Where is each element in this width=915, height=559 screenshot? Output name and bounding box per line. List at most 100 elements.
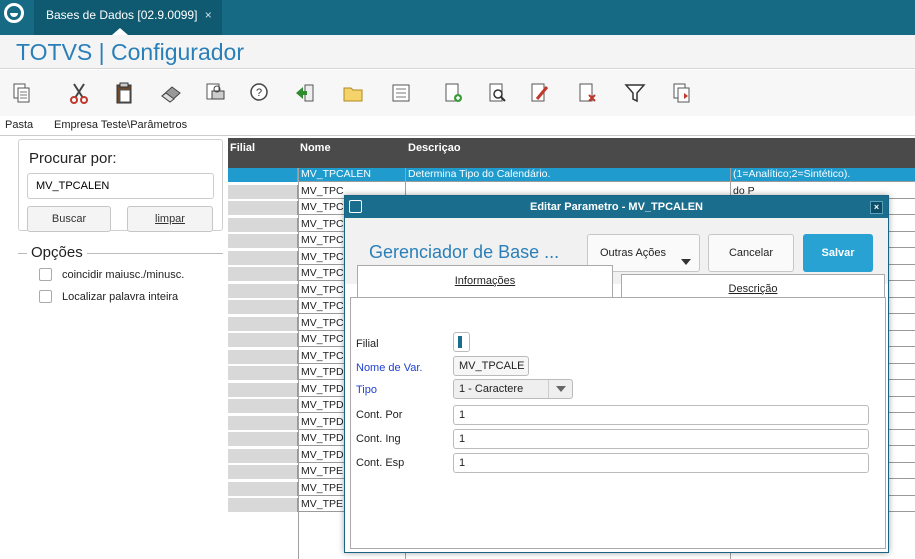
search-panel: Procurar por: Buscar limpar Opções coinc… [9, 139, 223, 559]
limpar-label: limpar [155, 213, 185, 225]
filial-field[interactable] [453, 332, 470, 352]
top-bar: Bases de Dados [02.9.0099] × [0, 0, 915, 35]
buscar-button[interactable]: Buscar [27, 206, 111, 232]
tab-bases-de-dados[interactable]: Bases de Dados [02.9.0099] × [34, 0, 222, 35]
edit-document-icon[interactable] [526, 80, 552, 106]
edit-parameter-dialog: Editar Parametro - MV_TPCALEN × Gerencia… [344, 195, 889, 553]
cell-filial [228, 316, 298, 331]
cell-descricao: Determina Tipo do Calendário. [408, 168, 551, 180]
close-icon[interactable]: × [870, 201, 883, 214]
cont-ing-field[interactable]: 1 [453, 429, 869, 449]
delete-document-icon[interactable] [574, 80, 600, 106]
cont-ing-label: Cont. Ing [356, 433, 401, 445]
option-whole-word[interactable]: Localizar palavra inteira [39, 290, 178, 303]
cell-extra: (1=Analítico;2=Sintético). [733, 168, 851, 180]
col-filial[interactable]: Filial [230, 142, 255, 154]
print-preview-icon[interactable] [202, 80, 228, 106]
search-label: Procurar por: [29, 150, 117, 167]
cell-filial [228, 184, 298, 199]
save-button[interactable]: Salvar [803, 234, 873, 272]
app-title: TOTVS | Configurador [0, 35, 915, 69]
tipo-dropdown-button[interactable] [548, 380, 572, 398]
cell-filial [228, 498, 298, 512]
dialog-header-title: Gerenciador de Base ... [369, 242, 560, 262]
cell-filial [228, 250, 298, 265]
help-icon[interactable]: ? [246, 80, 272, 106]
filial-label: Filial [356, 338, 379, 350]
paste-icon[interactable] [111, 80, 137, 106]
window-icon [349, 200, 362, 213]
cell-filial [228, 399, 298, 413]
toolbar: ? [0, 70, 915, 116]
cont-esp-field[interactable]: 1 [453, 453, 869, 473]
option-case-sensitive[interactable]: coincidir maiusc./minusc. [39, 268, 184, 281]
options-group: Opções coincidir maiusc./minusc. Localiz… [18, 244, 223, 309]
grid-header: Filial Nome Descriçao [228, 138, 915, 168]
cell-filial [228, 168, 298, 182]
svg-text:?: ? [256, 87, 262, 99]
col-descricao[interactable]: Descriçao [408, 142, 461, 154]
cell-filial [228, 465, 298, 479]
folder-path[interactable]: Empresa Teste\Parâmetros [54, 119, 187, 131]
nome-var-field[interactable]: MV_TPCALE [453, 356, 529, 376]
copy-icon[interactable] [8, 80, 34, 106]
tipo-label: Tipo [356, 384, 377, 396]
filial-cursor [458, 336, 462, 348]
cell-filial [228, 448, 298, 463]
search-document-icon[interactable] [484, 80, 510, 106]
cell-filial [228, 217, 298, 232]
tab-descricao-label: Descrição [728, 283, 778, 295]
cut-icon[interactable] [66, 80, 92, 106]
case-sensitive-label: coincidir maiusc./minusc. [62, 268, 185, 281]
outras-acoes-label: Outras Ações [600, 247, 667, 259]
case-sensitive-checkbox[interactable] [39, 268, 52, 281]
pasta-label: Pasta [5, 119, 34, 131]
col-nome[interactable]: Nome [300, 142, 331, 154]
cell-filial [228, 333, 298, 347]
cont-por-label: Cont. Por [356, 409, 403, 421]
cont-esp-label: Cont. Esp [356, 457, 405, 469]
add-document-icon[interactable] [440, 80, 466, 106]
cell-filial [228, 382, 298, 397]
cell-filial [228, 283, 298, 298]
folder-bar: Pasta Empresa Teste\Parâmetros [0, 116, 915, 136]
chevron-down-icon [556, 386, 566, 392]
list-icon[interactable] [388, 80, 414, 106]
options-label: Opções [27, 244, 87, 261]
whole-word-label: Localizar palavra inteira [62, 290, 179, 303]
cell-filial [228, 201, 298, 215]
tab-informacoes-label: Informações [454, 275, 516, 287]
export-icon[interactable] [668, 80, 694, 106]
tab-close-icon[interactable]: × [205, 8, 212, 22]
cell-filial [228, 234, 298, 248]
whole-word-checkbox[interactable] [39, 290, 52, 303]
totvs-logo-icon [4, 3, 24, 23]
dialog-title-bar: Editar Parametro - MV_TPCALEN × [345, 196, 888, 218]
nome-var-label: Nome de Var. [356, 362, 423, 374]
search-input[interactable] [27, 173, 214, 199]
cell-filial [228, 349, 298, 364]
table-row[interactable]: MV_TPCALEN Determina Tipo do Calendário. (… [228, 168, 915, 182]
cont-por-field[interactable]: 1 [453, 405, 869, 425]
col-divider [298, 168, 299, 559]
cell-nome: MV_TPCALEN [301, 168, 372, 180]
folder-icon[interactable] [340, 80, 366, 106]
filter-icon[interactable] [622, 80, 648, 106]
eraser-icon[interactable] [158, 80, 184, 106]
tab-active-arrow [112, 28, 128, 35]
exit-icon[interactable] [292, 80, 318, 106]
cell-filial [228, 481, 298, 496]
tab-informacoes[interactable]: Informações [357, 265, 613, 297]
cell-filial [228, 366, 298, 380]
dialog-title: Editar Parametro - MV_TPCALEN [530, 201, 703, 213]
dialog-form: Filial Nome de Var. MV_TPCALE Tipo 1 - C… [350, 297, 886, 549]
tab-label: Bases de Dados [02.9.0099] [46, 8, 198, 22]
limpar-button[interactable]: limpar [127, 206, 213, 232]
tipo-select[interactable]: 1 - Caractere [453, 379, 573, 399]
cancel-button[interactable]: Cancelar [708, 234, 794, 272]
search-box: Procurar por: Buscar limpar [18, 139, 223, 232]
chevron-down-icon [681, 259, 691, 265]
tipo-value: 1 - Caractere [459, 383, 524, 395]
cell-filial [228, 267, 298, 281]
cell-filial [228, 415, 298, 430]
